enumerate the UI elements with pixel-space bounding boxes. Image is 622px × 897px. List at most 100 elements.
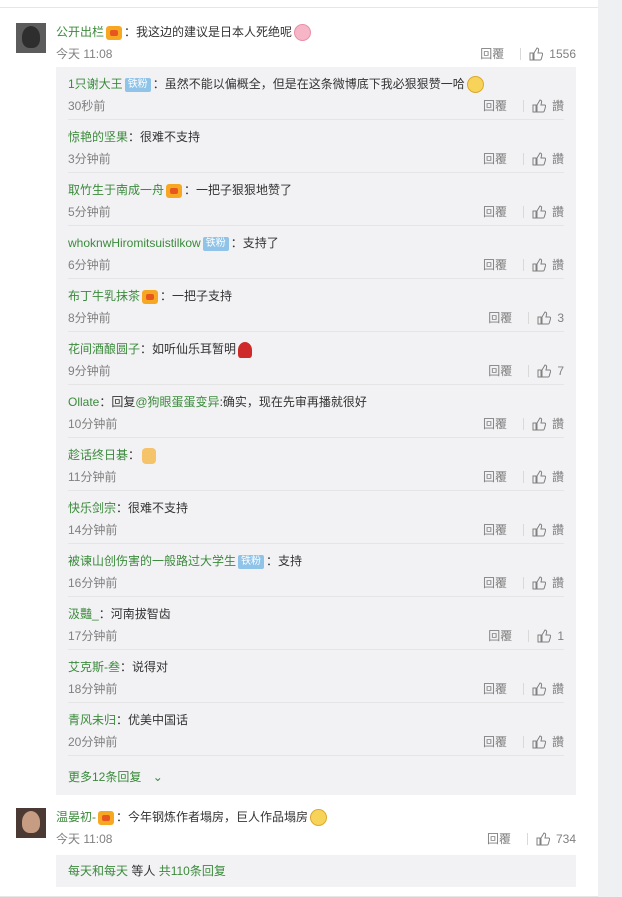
like-count: 讚 bbox=[551, 523, 564, 537]
reply-text: ：支持 bbox=[266, 554, 303, 568]
reply-time: 16分钟前 bbox=[68, 576, 118, 590]
like-icon[interactable] bbox=[532, 258, 546, 272]
like-count: 讚 bbox=[551, 682, 564, 696]
reply-time: 30秒前 bbox=[68, 99, 106, 113]
reply-button[interactable]: 回覆 bbox=[483, 680, 507, 698]
reply-button[interactable]: 回覆 bbox=[483, 468, 507, 486]
reply-text: ：回复 bbox=[99, 395, 136, 409]
like-icon[interactable] bbox=[532, 99, 546, 113]
fan-badge: 铁粉 bbox=[124, 77, 151, 92]
reply-text: ： bbox=[128, 448, 141, 462]
comment-meta: 今天 11:08 回覆 734 bbox=[56, 830, 576, 848]
like-icon[interactable] bbox=[536, 832, 550, 846]
reply-text: ：很难不支持 bbox=[116, 501, 189, 515]
reply-author[interactable]: 惊艳的坚果 bbox=[68, 130, 128, 144]
comment-author[interactable]: 温晏初- bbox=[56, 810, 96, 824]
like-icon[interactable] bbox=[532, 417, 546, 431]
reply-author[interactable]: 汲豔_ bbox=[68, 607, 99, 621]
like-count: 讚 bbox=[551, 417, 564, 431]
pig-emoji-icon bbox=[294, 24, 312, 42]
reply-button[interactable]: 回覆 bbox=[483, 733, 507, 751]
comment-author[interactable]: 公开出栏 bbox=[56, 25, 104, 39]
top-divider bbox=[0, 0, 598, 8]
like-count: 734 bbox=[555, 832, 576, 846]
reply-text: ：优美中国话 bbox=[116, 713, 189, 727]
reply-author[interactable]: 趁话终日碁 bbox=[68, 448, 128, 462]
like-count: 1 bbox=[557, 629, 564, 643]
reply-author[interactable]: whoknwHiromitsuistilkow bbox=[68, 236, 201, 250]
reply-text: ：很难不支持 bbox=[128, 130, 201, 144]
like-icon[interactable] bbox=[532, 735, 546, 749]
list-item: 取竹生于南成一舟 ：一把子狠狠地赞了 5分钟前 回覆 讚 bbox=[68, 173, 564, 226]
mention-link[interactable]: @狗眼蛋蛋变异 bbox=[135, 395, 219, 409]
reply-button[interactable]: 回覆 bbox=[483, 521, 507, 539]
like-icon[interactable] bbox=[532, 682, 546, 696]
comment-meta: 今天 11:08 回覆 1556 bbox=[56, 45, 576, 63]
reply-summary[interactable]: 每天和每天 等人 共110条回复 bbox=[56, 855, 576, 887]
like-icon[interactable] bbox=[537, 364, 552, 378]
reply-text: :确实，现在先审再播就很好 bbox=[219, 395, 367, 409]
summary-names[interactable]: 每天和每天 bbox=[68, 864, 128, 878]
comment-time: 今天 11:08 bbox=[56, 47, 113, 61]
reply-author[interactable]: 青风未归 bbox=[68, 713, 116, 727]
reply-button[interactable]: 回覆 bbox=[483, 256, 507, 274]
reply-time: 14分钟前 bbox=[68, 523, 118, 537]
more-replies-label[interactable]: 更多12条回复 bbox=[68, 770, 141, 784]
avatar[interactable] bbox=[16, 23, 46, 53]
reply-author[interactable]: 花间酒酿圆子 bbox=[68, 342, 140, 356]
list-item: whoknwHiromitsuistilkow 铁粉 ：支持了 6分钟前 回覆 讚 bbox=[68, 226, 564, 279]
divider bbox=[526, 833, 528, 845]
list-item: 快乐剑宗：很难不支持 14分钟前 回覆 讚 bbox=[68, 491, 564, 544]
like-icon[interactable] bbox=[532, 576, 546, 590]
like-count: 1556 bbox=[549, 47, 576, 61]
reply-text: ：虽然不能以偏概全，但是在这条微博底下我必狠狠赞一哈 bbox=[152, 77, 465, 91]
like-icon[interactable] bbox=[532, 523, 546, 537]
comment-text: ：我这边的建议是日本人死绝呢 bbox=[124, 25, 293, 39]
list-item: 汲豔_：河南拔智齿 17分钟前 回覆 1 bbox=[68, 597, 564, 650]
reply-author[interactable]: 取竹生于南成一舟 bbox=[68, 183, 164, 197]
reply-text: ：一把子支持 bbox=[160, 289, 233, 303]
reply-author[interactable]: 布丁牛乳抹茶 bbox=[68, 289, 140, 303]
avatar[interactable] bbox=[16, 808, 46, 838]
reply-button[interactable]: 回覆 bbox=[483, 574, 507, 592]
reply-author[interactable]: Ollate bbox=[68, 395, 99, 409]
reply-button[interactable]: 回覆 bbox=[483, 203, 507, 221]
reply-button[interactable]: 回覆 bbox=[488, 309, 512, 327]
reply-time: 11分钟前 bbox=[68, 470, 117, 484]
reply-button[interactable]: 回覆 bbox=[483, 415, 507, 433]
reply-author[interactable]: 快乐剑宗 bbox=[68, 501, 116, 515]
like-icon[interactable] bbox=[529, 47, 544, 61]
reply-text: ：说得对 bbox=[120, 660, 169, 674]
reply-button[interactable]: 回覆 bbox=[487, 830, 511, 848]
more-replies-link[interactable]: 更多12条回复 ⌄ bbox=[68, 762, 163, 792]
like-count: 讚 bbox=[551, 152, 564, 166]
like-icon[interactable] bbox=[537, 629, 552, 643]
reply-list: 1只谢大王 铁粉 ：虽然不能以偏概全，但是在这条微博底下我必狠狠赞一哈 30秒前 回… bbox=[56, 67, 576, 795]
like-count: 3 bbox=[557, 311, 564, 325]
like-icon[interactable] bbox=[532, 205, 546, 219]
reply-author[interactable]: 艾克斯-叁 bbox=[68, 660, 120, 674]
like-icon[interactable] bbox=[532, 470, 546, 484]
comment-time: 今天 11:08 bbox=[56, 832, 113, 846]
like-icon[interactable] bbox=[532, 152, 546, 166]
summary-count[interactable]: 共110条回复 bbox=[159, 864, 226, 878]
reply-button[interactable]: 回覆 bbox=[483, 97, 507, 115]
list-item: 布丁牛乳抹茶 ：一把子支持 8分钟前 回覆 3 bbox=[68, 279, 564, 332]
like-icon[interactable] bbox=[537, 311, 552, 325]
reply-author[interactable]: 1只谢大王 bbox=[68, 77, 123, 91]
reply-button[interactable]: 回覆 bbox=[483, 150, 507, 168]
vip-icon bbox=[98, 810, 114, 825]
reply-author[interactable]: 被谏山创伤害的一般路过大学生 bbox=[68, 554, 236, 568]
like-count: 讚 bbox=[551, 205, 564, 219]
list-item: Ollate：回复@狗眼蛋蛋变异:确实，现在先审再播就很好 10分钟前 回覆 讚 bbox=[68, 385, 564, 438]
reply-time: 6分钟前 bbox=[68, 258, 111, 272]
list-item: 趁话终日碁： 11分钟前 回覆 讚 bbox=[68, 438, 564, 491]
fan-badge: 铁粉 bbox=[238, 554, 265, 569]
comment-body: 公开出栏 ：我这边的建议是日本人死绝呢 bbox=[56, 23, 312, 42]
reply-button[interactable]: 回覆 bbox=[480, 45, 504, 63]
reply-time: 10分钟前 bbox=[68, 417, 118, 431]
reply-button[interactable]: 回覆 bbox=[488, 362, 512, 380]
vip-icon bbox=[106, 25, 123, 40]
reply-time: 9分钟前 bbox=[68, 364, 111, 378]
reply-button[interactable]: 回覆 bbox=[488, 627, 512, 645]
